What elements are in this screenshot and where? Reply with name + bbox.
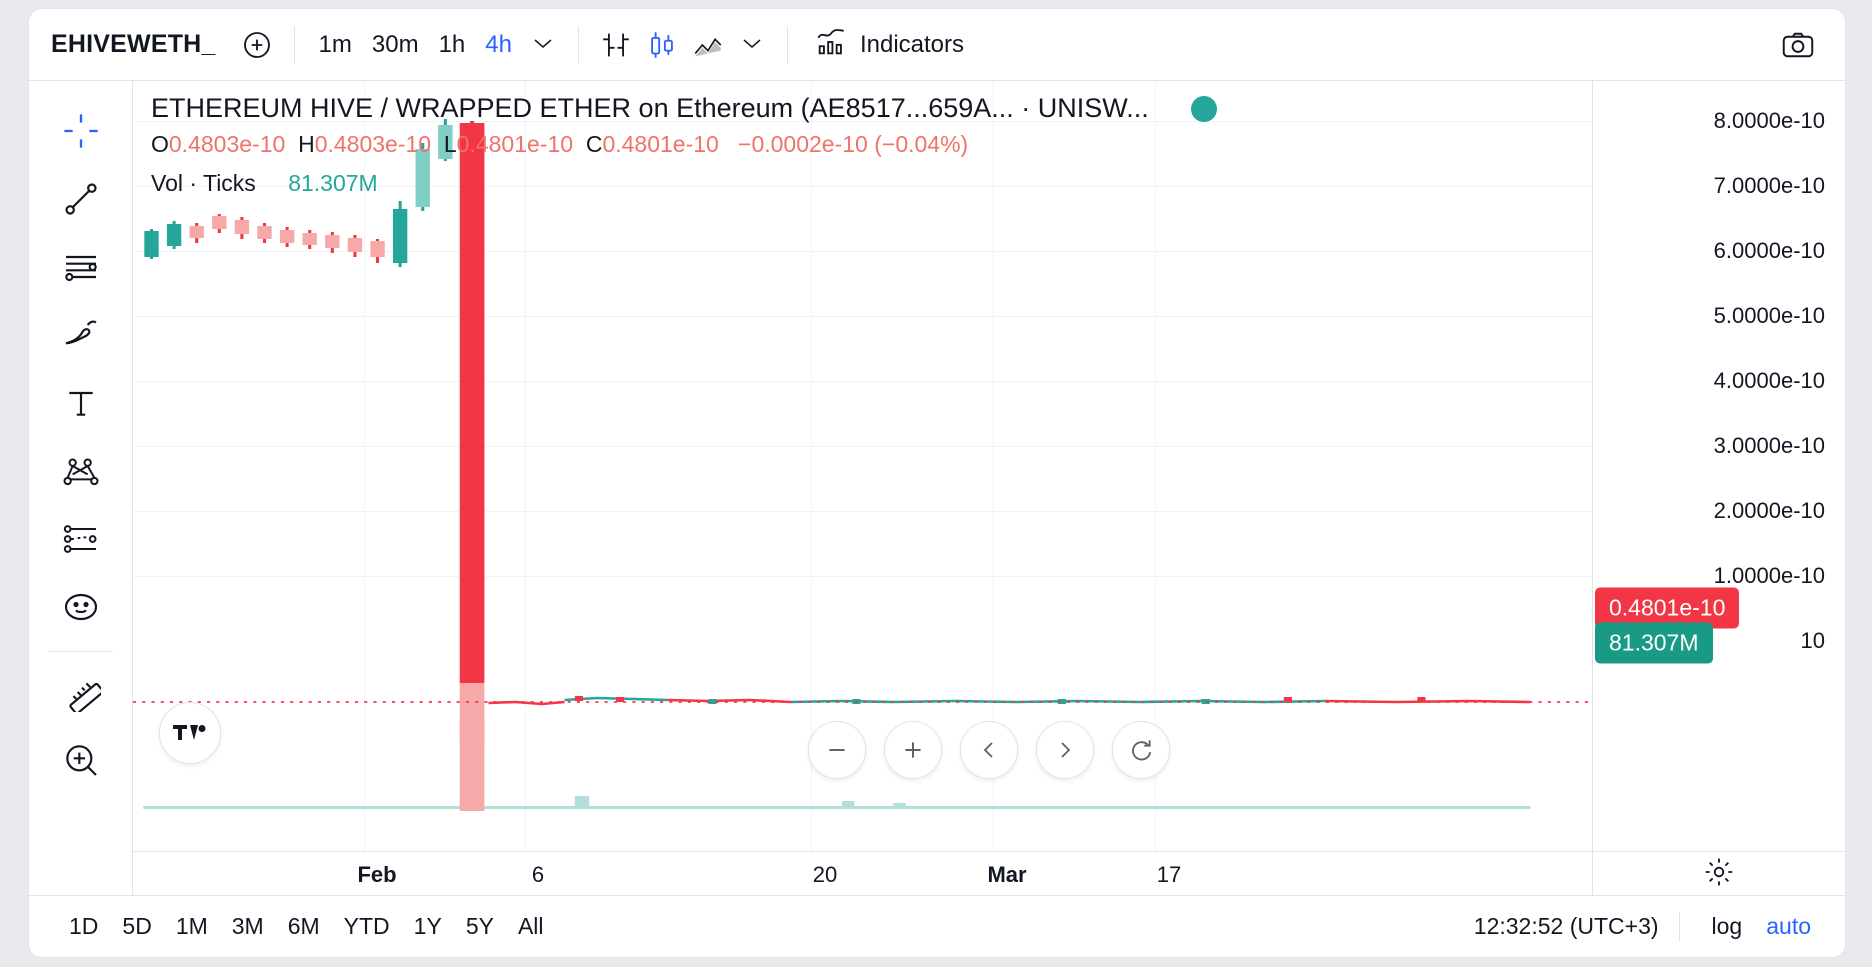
time-tick: 6	[531, 862, 545, 887]
toolbar-divider-2	[577, 25, 579, 64]
chart-body: ETHEREUM HIVE / WRAPPED ETHER on Ethereu…	[29, 81, 1845, 957]
ohlc-high-label: H	[298, 131, 315, 157]
top-toolbar: EHIVEWETH_ 1m 30m 1h 4h Indicators	[29, 9, 1845, 81]
current-volume-badge: 81.307M	[1595, 622, 1713, 664]
trend-line-tool-icon[interactable]	[50, 165, 112, 233]
ohlc-low-value: 0.4801e-10	[456, 131, 574, 157]
time-tick: Mar	[987, 862, 1027, 887]
range-5y[interactable]: 5Y	[454, 907, 506, 946]
price-change-percent: (−0.04%)	[874, 131, 969, 157]
bar-chart-icon[interactable]	[593, 22, 639, 68]
ohlc-row: O0.4803e-10 H0.4803e-10 L0.4801e-10 C0.4…	[151, 131, 1217, 158]
volume-value: 81.307M	[288, 170, 378, 196]
reset-icon[interactable]	[1112, 721, 1170, 779]
indicators-label: Indicators	[859, 30, 965, 58]
emoji-tool-icon[interactable]	[50, 573, 112, 641]
ohlc-open-label: O	[151, 131, 169, 157]
prediction-tool-icon[interactable]	[50, 505, 112, 573]
range-5d[interactable]: 5D	[110, 907, 163, 946]
price-change: −0.0002e-10	[738, 131, 868, 157]
gear-icon[interactable]	[1703, 856, 1735, 893]
horizontal-lines-tool-icon[interactable]	[50, 233, 112, 301]
area-chart-icon[interactable]	[685, 22, 731, 68]
timeframe-1m[interactable]: 1m	[309, 25, 362, 65]
brush-tool-icon[interactable]	[50, 301, 112, 369]
candlestick-chart-icon[interactable]	[639, 22, 685, 68]
price-tick: 5.0000e-10	[1713, 303, 1825, 328]
timeframe-1h[interactable]: 1h	[429, 25, 476, 65]
camera-icon[interactable]	[1775, 22, 1821, 68]
plus-icon[interactable]	[884, 721, 942, 779]
bottom-divider	[1678, 911, 1680, 942]
chevron-down-icon[interactable]	[522, 29, 564, 60]
range-1y[interactable]: 1Y	[402, 907, 454, 946]
range-3m[interactable]: 3M	[220, 907, 276, 946]
volume-label: Vol · Ticks	[151, 170, 256, 196]
ohlc-low-label: L	[443, 131, 457, 157]
range-6m[interactable]: 6M	[276, 907, 332, 946]
chart-legend: ETHEREUM HIVE / WRAPPED ETHER on Ethereu…	[151, 93, 1217, 197]
timeframe-4h[interactable]: 4h	[475, 25, 522, 65]
range-ytd[interactable]: YTD	[332, 907, 402, 946]
price-tick: 6.0000e-10	[1713, 238, 1825, 263]
chevron-left-icon[interactable]	[960, 721, 1018, 779]
minus-icon[interactable]	[808, 721, 866, 779]
price-tick-partial: 10	[1800, 628, 1825, 653]
price-tick: 8.0000e-10	[1713, 108, 1825, 133]
clock-label[interactable]: 12:32:52 (UTC+3)	[1474, 913, 1659, 940]
tradingview-logo-icon[interactable]	[159, 702, 221, 764]
drawing-toolbar	[29, 81, 133, 957]
timeframe-30m[interactable]: 30m	[362, 25, 429, 65]
price-tick: 3.0000e-10	[1713, 433, 1825, 458]
chart-type-chevron-down-icon[interactable]	[731, 29, 773, 60]
live-dot-icon	[1190, 95, 1217, 122]
time-tick: Feb	[357, 862, 397, 887]
price-tick: 2.0000e-10	[1713, 498, 1825, 523]
volume-legend-row: Vol · Ticks 81.307M	[151, 170, 1217, 197]
tradingview-chart-app: EHIVEWETH_ 1m 30m 1h 4h Indicators ETHER…	[28, 8, 1846, 958]
ohlc-close-value: 0.4801e-10	[602, 131, 719, 157]
chart-floating-controls	[808, 721, 1170, 779]
time-tick: 17	[1156, 862, 1182, 887]
toolbar-divider-3	[786, 25, 788, 64]
ohlc-close-label: C	[585, 131, 603, 157]
range-1d[interactable]: 1D	[57, 907, 110, 946]
price-tick: 1.0000e-10	[1713, 563, 1825, 588]
log-scale-button[interactable]: log	[1700, 907, 1755, 946]
rail-divider	[48, 651, 113, 652]
price-tick: 7.0000e-10	[1713, 173, 1825, 198]
chart-settings-corner[interactable]	[1592, 851, 1845, 897]
zoom-in-tool-icon[interactable]	[50, 726, 112, 794]
page-title: ETHEREUM HIVE / WRAPPED ETHER on Ethereu…	[151, 93, 1149, 123]
ohlc-high-value: 0.4803e-10	[314, 131, 432, 157]
ohlc-open-value: 0.4803e-10	[168, 131, 286, 157]
chevron-right-icon[interactable]	[1036, 721, 1094, 779]
symbol-name[interactable]: EHIVEWETH_	[51, 30, 216, 59]
crosshair-tool-icon[interactable]	[50, 97, 112, 165]
add-symbol-button[interactable]	[234, 22, 280, 68]
range-all[interactable]: All	[506, 907, 556, 946]
patterns-tool-icon[interactable]	[50, 437, 112, 505]
bottom-bar: 1D 5D 1M 3M 6M YTD 1Y 5Y All 12:32:52 (U…	[29, 895, 1845, 957]
indicators-icon	[814, 25, 848, 64]
price-scale[interactable]: 8.0000e-10 7.0000e-10 6.0000e-10 5.0000e…	[1592, 81, 1845, 851]
time-scale[interactable]: Feb 6 20 Mar 17	[133, 851, 1592, 897]
measure-tool-icon[interactable]	[50, 658, 112, 726]
chart-area[interactable]: ETHEREUM HIVE / WRAPPED ETHER on Ethereu…	[133, 81, 1845, 957]
price-tick: 4.0000e-10	[1713, 368, 1825, 393]
auto-scale-button[interactable]: auto	[1754, 907, 1823, 946]
legend-title-row: ETHEREUM HIVE / WRAPPED ETHER on Ethereu…	[151, 93, 1217, 124]
indicators-button[interactable]: Indicators	[802, 17, 976, 72]
range-1m[interactable]: 1M	[164, 907, 220, 946]
time-tick: 20	[812, 862, 838, 887]
text-tool-icon[interactable]	[50, 369, 112, 437]
toolbar-divider-1	[293, 25, 295, 64]
